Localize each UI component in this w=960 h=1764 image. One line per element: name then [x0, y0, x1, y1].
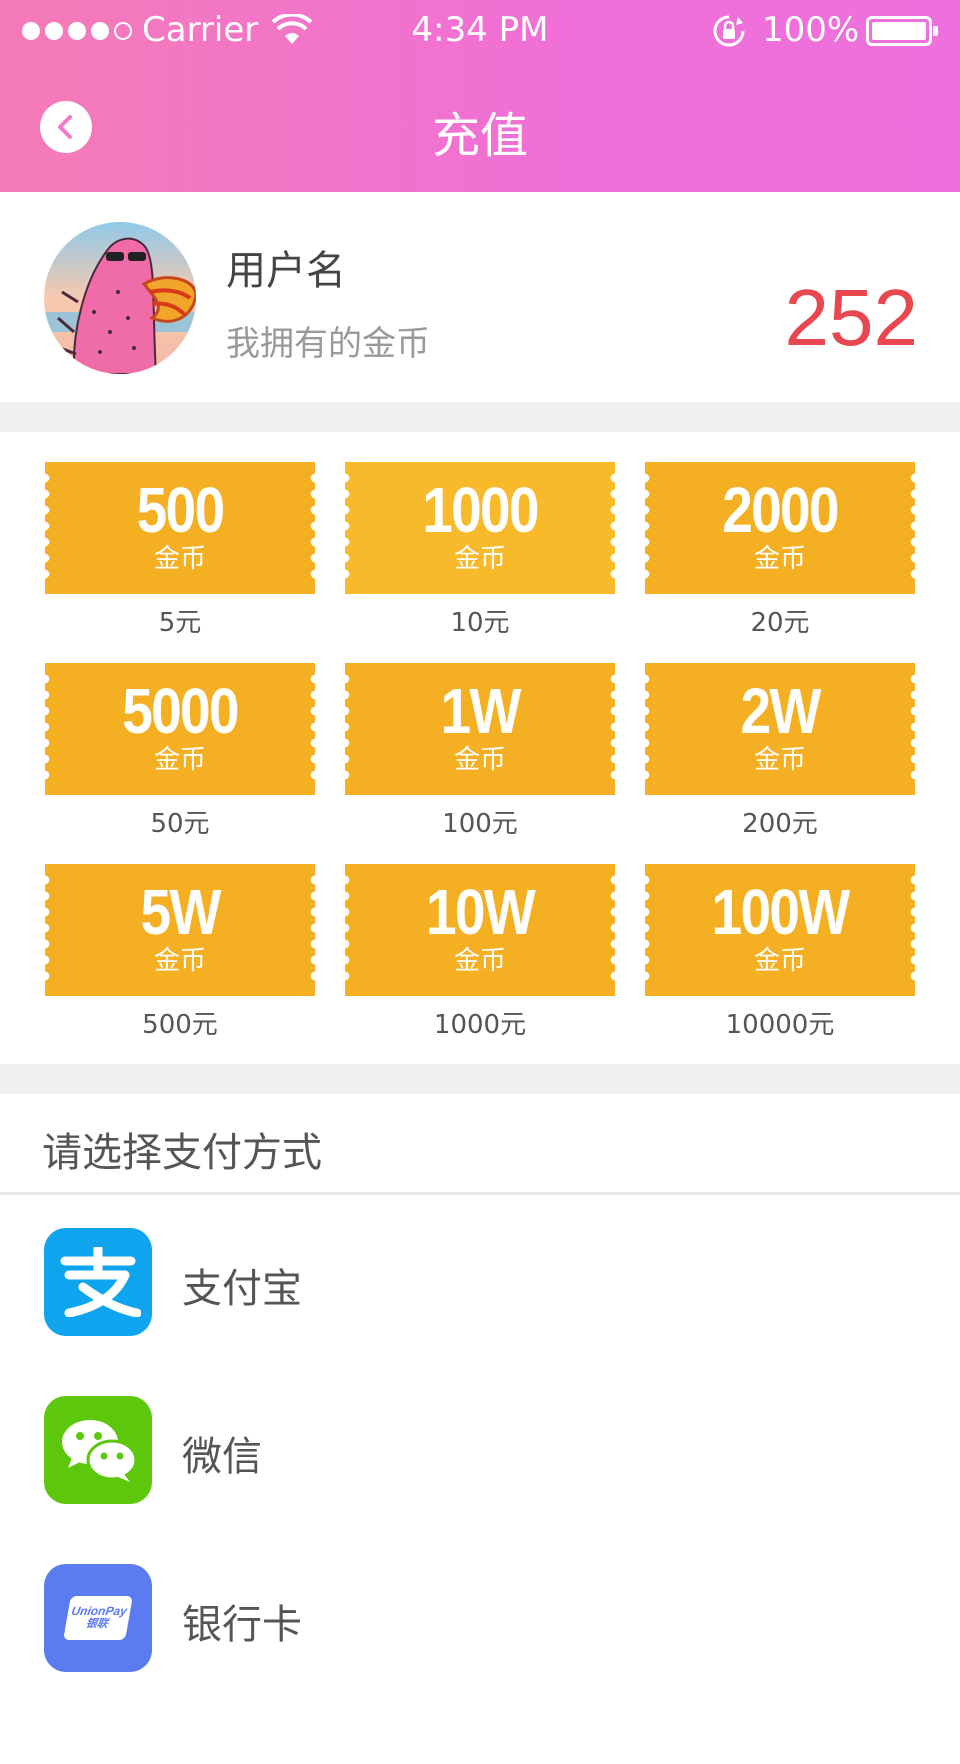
- package-amount: 1W: [440, 675, 521, 747]
- package-amount: 2000: [722, 474, 839, 546]
- coins-label: 我拥有的金币: [226, 324, 430, 364]
- unionpay-text: UnionPay: [70, 1604, 129, 1618]
- avatar-illustration: [44, 222, 196, 374]
- package-5000[interactable]: 5000 金币 50元: [40, 633, 320, 839]
- package-amount: 100W: [711, 876, 851, 948]
- payment-section-title: 请选择支付方式: [42, 1130, 322, 1176]
- page-title: 充值: [431, 108, 528, 164]
- wechat-icon: [44, 1396, 152, 1504]
- package-price: 500元: [142, 1010, 218, 1040]
- package-amount: 1000: [422, 474, 539, 546]
- package-2000[interactable]: 2000 金币 20元: [640, 432, 920, 638]
- rotation-lock-icon: [713, 15, 745, 47]
- battery-icon: [866, 16, 938, 46]
- package-unit: 金币: [153, 946, 206, 976]
- unionpay-icon: UnionPay 银联: [44, 1564, 152, 1672]
- package-500[interactable]: 500 金币 5元: [40, 432, 320, 638]
- package-2w[interactable]: 2W 金币 200元: [640, 633, 920, 839]
- package-5w[interactable]: 5W 金币 500元: [40, 834, 320, 1040]
- package-amount: 5000: [122, 675, 239, 747]
- battery-percent: 100%: [762, 10, 860, 50]
- payment-alipay[interactable]: 支付宝: [0, 1210, 960, 1340]
- divider: [0, 1192, 960, 1195]
- package-amount: 500: [136, 474, 225, 546]
- package-unit: 金币: [753, 745, 806, 775]
- avatar[interactable]: [44, 222, 196, 374]
- package-unit: 金币: [753, 544, 806, 574]
- package-amount: 10W: [425, 876, 536, 948]
- package-10w[interactable]: 10W 金币 1000元: [340, 834, 620, 1040]
- payment-bank-card[interactable]: UnionPay 银联 银行卡: [0, 1546, 960, 1676]
- package-amount: 2W: [740, 675, 821, 747]
- username: 用户名: [226, 248, 346, 294]
- section-divider: [0, 1064, 960, 1094]
- status-bar: Carrier 4:34 PM 100%: [0, 0, 960, 60]
- package-ticket: 10W 金币: [340, 864, 620, 996]
- package-ticket: 100W 金币: [640, 864, 920, 996]
- package-unit: 金币: [453, 946, 506, 976]
- package-ticket: 500 金币: [40, 462, 320, 594]
- package-100w[interactable]: 100W 金币 10000元: [640, 834, 920, 1040]
- payment-label: 微信: [182, 1434, 262, 1480]
- package-1000[interactable]: 1000 金币 10元: [340, 432, 620, 638]
- package-unit: 金币: [153, 745, 206, 775]
- package-ticket: 5W 金币: [40, 864, 320, 996]
- package-ticket: 2W 金币: [640, 663, 920, 795]
- payment-label: 支付宝: [182, 1266, 302, 1312]
- coin-balance: 252: [784, 273, 918, 362]
- package-ticket: 1000 金币: [340, 462, 620, 594]
- payment-label: 银行卡: [182, 1602, 302, 1648]
- payment-wechat[interactable]: 微信: [0, 1378, 960, 1508]
- package-price: 1000元: [433, 1010, 527, 1040]
- user-summary: 用户名 我拥有的金币 252: [0, 192, 960, 402]
- package-1w[interactable]: 1W 金币 100元: [340, 633, 620, 839]
- unionpay-text-cn: 银联: [84, 1618, 109, 1630]
- package-unit: 金币: [453, 544, 506, 574]
- header-bar: Carrier 4:34 PM 100% 充值: [0, 0, 960, 192]
- section-divider: [0, 402, 960, 432]
- package-price: 10000元: [725, 1010, 835, 1040]
- package-ticket: 1W 金币: [340, 663, 620, 795]
- package-unit: 金币: [753, 946, 806, 976]
- package-amount: 5W: [140, 876, 221, 948]
- alipay-icon: [44, 1228, 152, 1336]
- package-ticket: 5000 金币: [40, 663, 320, 795]
- package-unit: 金币: [453, 745, 506, 775]
- package-unit: 金币: [153, 544, 206, 574]
- package-ticket: 2000 金币: [640, 462, 920, 594]
- recharge-packages: 500 金币 5元 1000 金币 10元 2000 金币 20元 5000 金…: [0, 432, 960, 1064]
